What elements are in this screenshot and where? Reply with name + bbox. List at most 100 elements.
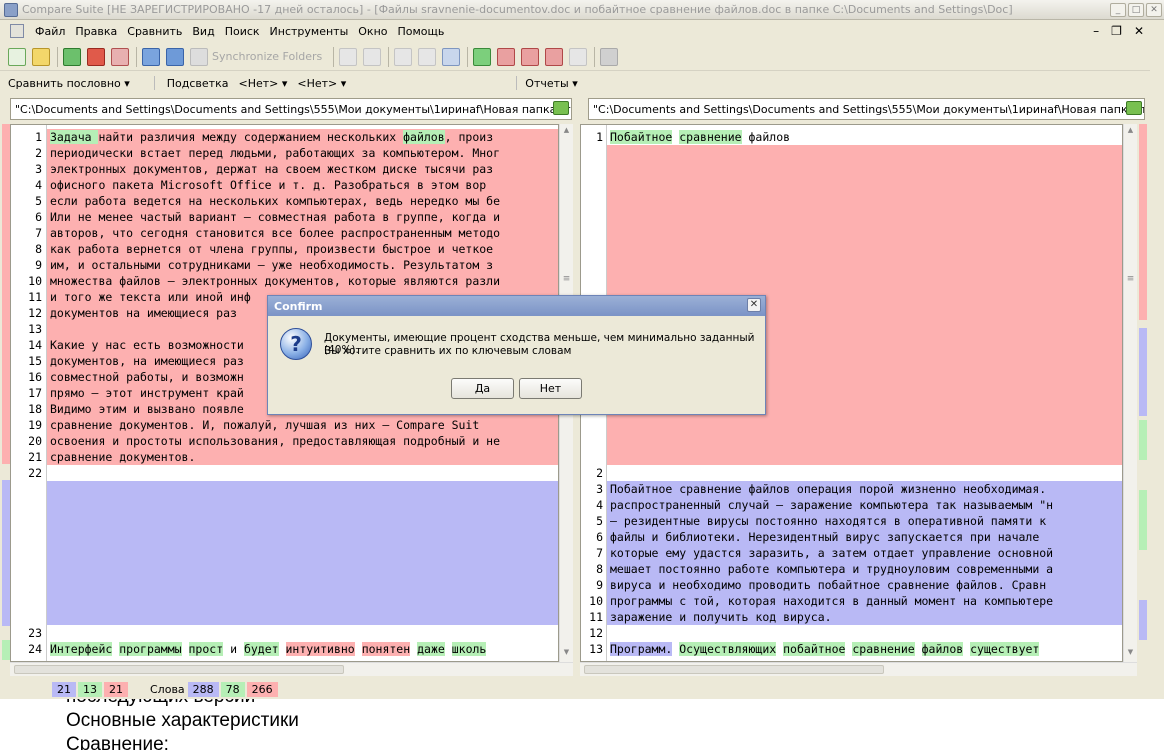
word: существует — [970, 642, 1040, 656]
scroll-down-icon[interactable]: ▼ — [1125, 648, 1136, 660]
left-line: авторов, что сегодня становится все боле… — [50, 226, 501, 240]
line-number: 6 — [596, 530, 603, 544]
mdi-close-button[interactable]: ✕ — [1134, 24, 1144, 38]
new-file-icon[interactable] — [8, 47, 26, 66]
right-line-13: Программ. Осуществляющих побайтное сравн… — [607, 641, 1122, 657]
document-left-icon[interactable] — [521, 47, 540, 66]
word: файлов — [921, 642, 964, 656]
menu-window[interactable]: Окно — [353, 25, 392, 38]
toolbar: Synchronize Folders — [0, 43, 1150, 71]
document-icon[interactable] — [10, 24, 24, 38]
word: сравнение — [852, 642, 915, 656]
mdi-minimize-button[interactable]: – — [1093, 24, 1099, 38]
right-line: файлы и библиотеки. Нерезидентный вирус … — [610, 530, 1040, 544]
open-folder-icon[interactable] — [32, 47, 50, 66]
right-line: которые ему удастся заразить, а затем от… — [610, 546, 1054, 560]
dialog-message-line-2: Вы хотите сравнить их по ключевым словам — [324, 345, 572, 357]
line-number: 8 — [35, 242, 42, 256]
filter-icon[interactable] — [87, 47, 105, 66]
line-number: 18 — [28, 402, 42, 416]
word: Побайтное — [610, 130, 673, 144]
menu-file[interactable]: Файл — [30, 25, 70, 38]
menu-search[interactable]: Поиск — [220, 25, 265, 38]
sync-icon[interactable] — [166, 47, 184, 66]
next-diff-icon[interactable] — [363, 47, 382, 66]
refresh-icon[interactable] — [63, 47, 81, 66]
swap-arrows-icon[interactable] — [142, 47, 160, 66]
scroll-grip-icon[interactable]: ≡ — [1125, 274, 1136, 286]
right-line: программы с той, которая находится в дан… — [610, 594, 1054, 608]
right-browse-folder-icon[interactable] — [1126, 101, 1142, 115]
view-mode-icon[interactable] — [394, 47, 413, 66]
right-line-1: Побайтное сравнение файлов — [607, 129, 1122, 145]
right-line: мешает постоянно работе компьютера и тру… — [610, 562, 1054, 576]
left-horizontal-scrollbar[interactable] — [10, 662, 573, 676]
scroll-down-icon[interactable]: ▼ — [561, 648, 572, 660]
changed-count: 21 — [52, 681, 76, 697]
reports-dropdown[interactable]: Отчеты ▾ — [525, 77, 577, 90]
right-change-marker — [1139, 490, 1147, 550]
right-line: распространенный случай – заражение комп… — [610, 498, 1054, 512]
word: Интерфейс — [50, 642, 113, 656]
word: файлов — [403, 130, 445, 144]
highlight-dropdown-1[interactable]: <Нет> ▾ — [238, 77, 287, 90]
menu-bar: Файл Правка Сравнить Вид Поиск Инструмен… — [0, 21, 1150, 41]
layout-icon[interactable] — [418, 47, 437, 66]
right-change-marker — [1139, 124, 1147, 320]
menu-help[interactable]: Помощь — [393, 25, 450, 38]
line-number: 13 — [28, 322, 42, 336]
mdi-restore-button[interactable]: ❐ — [1111, 24, 1122, 38]
compare-mode-dropdown[interactable]: Сравнить пословно ▾ — [8, 77, 130, 90]
pages-icon[interactable] — [473, 47, 492, 66]
word: понятен — [361, 642, 411, 656]
document-compare-icon[interactable] — [497, 47, 516, 66]
status-bar: 21 13 21 Слова 288 78 266 — [0, 680, 1150, 698]
maximize-button[interactable]: □ — [1128, 2, 1144, 17]
scroll-grip-icon[interactable]: ≡ — [561, 274, 572, 286]
line-number: 11 — [28, 290, 42, 304]
close-button[interactable]: ✕ — [1146, 2, 1162, 17]
right-path-field[interactable]: "C:\Documents and Settings\Documents and… — [588, 98, 1145, 120]
scroll-up-icon[interactable]: ▲ — [1125, 126, 1136, 138]
no-button[interactable]: Нет — [519, 378, 582, 399]
words-deleted-count: 266 — [246, 681, 278, 697]
minimize-button[interactable]: _ — [1110, 2, 1126, 17]
line-number: 5 — [596, 514, 603, 528]
compare-icon[interactable] — [111, 47, 129, 66]
right-change-marker — [1139, 600, 1147, 640]
added-count: 13 — [78, 681, 102, 697]
left-line: как работа вернется от члена группы, про… — [50, 242, 494, 256]
yes-button[interactable]: Да — [451, 378, 514, 399]
left-browse-folder-icon[interactable] — [553, 101, 569, 115]
gear-icon — [190, 47, 208, 66]
line-number: 11 — [589, 610, 603, 624]
tree-icon[interactable] — [600, 47, 619, 66]
highlight-dropdown-2[interactable]: <Нет> ▾ — [297, 77, 346, 90]
background-document: последующих версий Основные характеристи… — [0, 699, 1164, 750]
scroll-up-icon[interactable]: ▲ — [561, 126, 572, 138]
left-change-marker — [2, 480, 10, 626]
menu-tools[interactable]: Инструменты — [265, 25, 354, 38]
line-number: 21 — [28, 450, 42, 464]
window-icon[interactable] — [442, 47, 461, 66]
binary-icon[interactable] — [569, 47, 588, 66]
scroll-thumb[interactable] — [584, 665, 884, 674]
prev-diff-icon[interactable] — [339, 47, 358, 66]
document-right-icon[interactable] — [545, 47, 564, 66]
left-path-field[interactable]: "C:\Documents and Settings\Documents and… — [10, 98, 572, 120]
document-line: последующих версий — [66, 699, 255, 708]
dialog-close-button[interactable]: ✕ — [747, 298, 761, 312]
synchronize-folders-button[interactable]: Synchronize Folders — [190, 47, 322, 66]
menu-compare[interactable]: Сравнить — [122, 25, 187, 38]
right-vertical-scrollbar[interactable]: ▲ ≡ ▼ — [1123, 124, 1137, 662]
menu-edit[interactable]: Правка — [70, 25, 122, 38]
right-horizontal-scrollbar[interactable] — [580, 662, 1137, 676]
right-line: – резидентные вирусы постоянно находятся… — [610, 514, 1047, 528]
left-line: Задача найти различия между содержанием … — [47, 129, 558, 145]
line-number: 15 — [28, 354, 42, 368]
left-line: сравнение документов. — [50, 450, 196, 464]
document-line: Сравнение: — [66, 734, 169, 750]
line-number: 1 — [596, 130, 603, 144]
scroll-thumb[interactable] — [14, 665, 344, 674]
menu-view[interactable]: Вид — [187, 25, 219, 38]
